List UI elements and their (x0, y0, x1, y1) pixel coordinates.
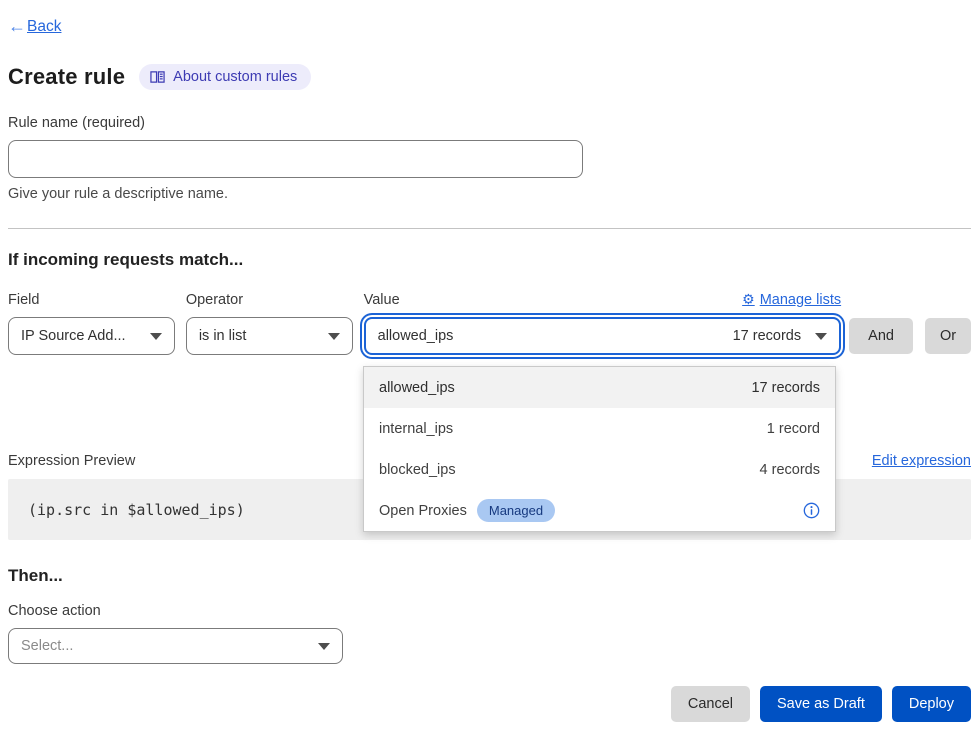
value-select-records: 17 records (733, 328, 802, 344)
list-item-records: 1 record (767, 421, 820, 437)
rule-name-label: Rule name (required) (8, 115, 971, 131)
page-title: Create rule (8, 64, 125, 90)
operator-select-value: is in list (199, 328, 318, 344)
create-rule-page: ←Back Create rule About custom rules Rul… (0, 0, 979, 739)
footer-actions: Cancel Save as Draft Deploy (8, 686, 971, 722)
action-select[interactable]: Select... (8, 628, 343, 664)
match-section-heading: If incoming requests match... (8, 250, 971, 270)
value-select-value: allowed_ips (378, 328, 733, 344)
back-link[interactable]: Back (27, 18, 61, 36)
title-row: Create rule About custom rules (8, 64, 971, 90)
action-select-placeholder: Select... (21, 638, 308, 654)
about-custom-rules-link[interactable]: About custom rules (139, 64, 311, 90)
section-divider (8, 228, 971, 229)
chevron-down-icon (150, 333, 162, 340)
back-row: ←Back (8, 0, 971, 37)
gear-icon: ⚙ (742, 291, 755, 308)
list-item[interactable]: allowed_ips 17 records (364, 367, 835, 408)
list-item-name: allowed_ips (379, 380, 455, 396)
about-custom-rules-label: About custom rules (173, 69, 297, 85)
operator-select[interactable]: is in list (186, 317, 353, 355)
field-column: Field IP Source Add... (8, 292, 175, 355)
manage-lists-label: Manage lists (760, 292, 841, 308)
info-icon[interactable] (803, 502, 820, 519)
rule-name-input[interactable] (8, 140, 583, 178)
chevron-down-icon (318, 643, 330, 650)
operator-column: Operator is in list (186, 292, 353, 355)
field-select-value: IP Source Add... (21, 328, 140, 344)
list-item[interactable]: internal_ips 1 record (364, 408, 835, 449)
then-section-heading: Then... (8, 566, 971, 586)
back-arrow-icon: ← (8, 16, 26, 37)
value-column: Value ⚙ Manage lists allowed_ips 17 reco… (364, 291, 841, 355)
deploy-button[interactable]: Deploy (892, 686, 971, 722)
chevron-down-icon (815, 333, 827, 340)
value-select[interactable]: allowed_ips 17 records (364, 317, 841, 355)
operator-label: Operator (186, 292, 353, 308)
list-item-name: internal_ips (379, 421, 453, 437)
managed-badge: Managed (477, 499, 555, 522)
value-dropdown-panel: allowed_ips 17 records internal_ips 1 re… (363, 366, 836, 532)
expression-code: (ip.src in $allowed_ips) (28, 501, 245, 519)
list-item-name: Open Proxies (379, 503, 467, 519)
list-item[interactable]: blocked_ips 4 records (364, 449, 835, 490)
rule-name-helper: Give your rule a descriptive name. (8, 186, 971, 202)
list-item[interactable]: Open Proxies Managed (364, 490, 835, 531)
field-select[interactable]: IP Source Add... (8, 317, 175, 355)
list-item-name: blocked_ips (379, 462, 456, 478)
expression-preview-label: Expression Preview (8, 453, 135, 469)
edit-expression-link[interactable]: Edit expression (872, 453, 971, 469)
or-button[interactable]: Or (925, 318, 971, 354)
value-label-row: Value ⚙ Manage lists (364, 291, 841, 308)
save-as-draft-button[interactable]: Save as Draft (760, 686, 882, 722)
value-label: Value (364, 292, 400, 308)
manage-lists-link[interactable]: ⚙ Manage lists (742, 291, 841, 308)
book-icon (150, 70, 165, 84)
list-item-records: 17 records (751, 380, 820, 396)
cancel-button[interactable]: Cancel (671, 686, 750, 722)
field-label: Field (8, 292, 175, 308)
condition-row: Field IP Source Add... Operator is in li… (8, 291, 971, 355)
list-item-records: 4 records (760, 462, 820, 478)
choose-action-label: Choose action (8, 603, 971, 619)
and-button[interactable]: And (849, 318, 913, 354)
chevron-down-icon (328, 333, 340, 340)
